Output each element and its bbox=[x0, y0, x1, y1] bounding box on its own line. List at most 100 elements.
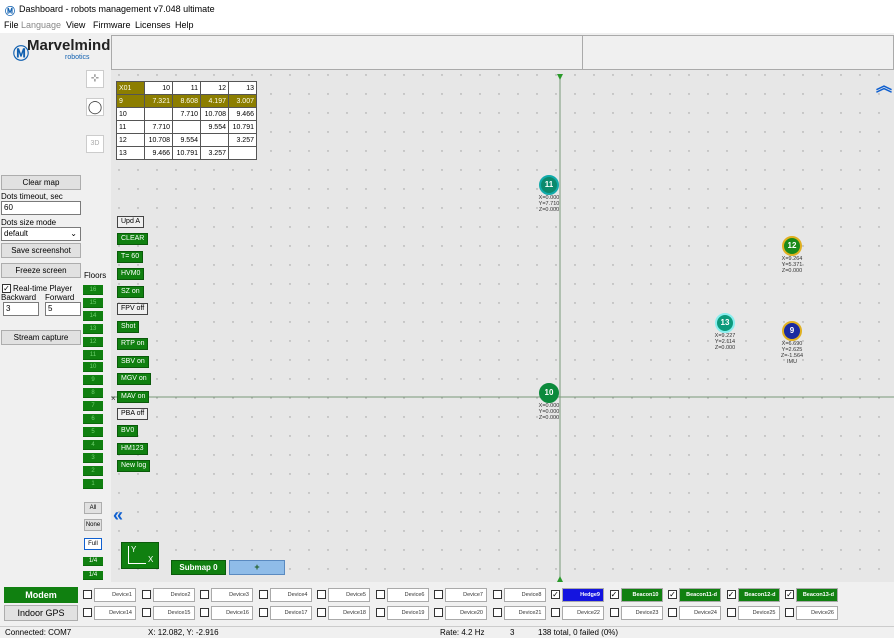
beacon-13[interactable]: 13 X=9.227 Y=2.114 Z=0.000 bbox=[711, 313, 739, 351]
scale-1-button[interactable]: 1/4 bbox=[83, 557, 103, 566]
device-button[interactable]: Device25 bbox=[737, 606, 780, 620]
device-checkbox[interactable] bbox=[258, 608, 268, 617]
device-checkbox[interactable]: ✓ bbox=[785, 590, 794, 599]
device-checkbox[interactable] bbox=[258, 590, 268, 599]
submap-tab[interactable]: Submap 0 bbox=[171, 560, 226, 575]
device-checkbox[interactable] bbox=[83, 608, 92, 617]
device-checkbox[interactable] bbox=[551, 608, 560, 617]
device-button[interactable]: Device4 bbox=[269, 588, 312, 602]
floor-button[interactable]: 5 bbox=[83, 426, 103, 437]
device-checkbox[interactable]: ✓ bbox=[551, 590, 560, 599]
device-checkbox[interactable] bbox=[434, 590, 443, 599]
device-button[interactable]: Device24 bbox=[679, 606, 721, 620]
menu-licenses[interactable]: Licenses bbox=[135, 20, 171, 30]
all-button[interactable]: All bbox=[84, 502, 102, 514]
floor-button[interactable]: 7 bbox=[83, 401, 103, 412]
device-checkbox[interactable] bbox=[317, 608, 326, 617]
device-button[interactable]: Hedge9 bbox=[562, 588, 604, 602]
chevrons-left-icon[interactable]: « bbox=[113, 505, 123, 526]
floor-button[interactable]: 1 bbox=[83, 478, 103, 489]
floor-button[interactable]: 9 bbox=[83, 375, 103, 386]
map-command-button[interactable]: HVM0 bbox=[117, 268, 145, 280]
floor-button[interactable]: 12 bbox=[83, 336, 103, 347]
map-command-button[interactable]: FPV off bbox=[117, 303, 149, 315]
crosshair-icon[interactable]: ⊹ bbox=[86, 70, 104, 88]
device-button[interactable]: Device20 bbox=[445, 606, 487, 620]
scale-2-button[interactable]: 1/4 bbox=[83, 571, 103, 580]
chevrons-up-icon[interactable]: ︽ bbox=[876, 72, 892, 96]
device-checkbox[interactable] bbox=[434, 608, 443, 617]
map-command-button[interactable]: MGV on bbox=[117, 373, 151, 385]
freeze-screen-button[interactable]: Freeze screen bbox=[1, 263, 81, 278]
none-button[interactable]: None bbox=[84, 519, 102, 531]
map-command-button[interactable]: SZ on bbox=[117, 286, 144, 298]
device-checkbox[interactable] bbox=[141, 608, 151, 617]
clear-map-button[interactable]: Clear map bbox=[1, 175, 81, 190]
beacon-10[interactable]: 10 X=0.000 Y=0.000 Z=0.000 bbox=[535, 383, 563, 421]
device-button[interactable]: Beacon12-d bbox=[737, 588, 780, 602]
device-button[interactable]: Device17 bbox=[269, 606, 312, 620]
floor-button[interactable]: 14 bbox=[83, 310, 103, 321]
device-checkbox[interactable] bbox=[609, 608, 619, 617]
dots-size-select[interactable]: default ⌄ bbox=[1, 227, 81, 241]
menu-view[interactable]: View bbox=[66, 20, 85, 30]
device-button[interactable]: Device5 bbox=[328, 588, 370, 602]
mode-3d-button[interactable]: 3D bbox=[86, 135, 104, 153]
indoor-gps-button[interactable]: Indoor GPS bbox=[4, 605, 78, 621]
device-checkbox[interactable] bbox=[317, 590, 326, 599]
device-button[interactable]: Device18 bbox=[328, 606, 370, 620]
device-checkbox[interactable] bbox=[200, 608, 209, 617]
device-checkbox[interactable]: ✓ bbox=[668, 590, 677, 599]
device-checkbox[interactable] bbox=[492, 608, 502, 617]
device-button[interactable]: Device2 bbox=[152, 588, 195, 602]
map-command-button[interactable]: Shot bbox=[117, 321, 140, 333]
device-button[interactable]: Device1 bbox=[94, 588, 136, 602]
menu-firmware[interactable]: Firmware bbox=[93, 20, 131, 30]
device-checkbox[interactable] bbox=[83, 590, 92, 599]
save-screenshot-button[interactable]: Save screenshot bbox=[1, 243, 81, 258]
axes-indicator[interactable]: Y X bbox=[121, 542, 159, 569]
floor-button[interactable]: 11 bbox=[83, 349, 103, 360]
map-command-button[interactable]: CLEAR bbox=[117, 233, 149, 245]
map-command-button[interactable]: Upd A bbox=[117, 216, 145, 228]
device-button[interactable]: Beacon13-d bbox=[796, 588, 838, 602]
map-command-button[interactable]: RTP on bbox=[117, 338, 149, 350]
floor-button[interactable]: 2 bbox=[83, 465, 103, 476]
device-checkbox[interactable] bbox=[375, 608, 385, 617]
device-checkbox[interactable] bbox=[785, 608, 794, 617]
beacon-9[interactable]: 9 X=6.690 Y=2.625 Z=-1.564 IMU bbox=[778, 321, 806, 365]
map-command-button[interactable]: BV0 bbox=[117, 425, 139, 437]
device-checkbox[interactable] bbox=[726, 608, 736, 617]
menu-file[interactable]: File bbox=[4, 20, 19, 30]
device-button[interactable]: Device8 bbox=[503, 588, 546, 602]
menu-help[interactable]: Help bbox=[175, 20, 194, 30]
floor-button[interactable]: 10 bbox=[83, 362, 103, 373]
device-button[interactable]: Device19 bbox=[386, 606, 429, 620]
dots-timeout-input[interactable]: 60 bbox=[1, 201, 81, 215]
device-checkbox[interactable] bbox=[668, 608, 677, 617]
beacon-11[interactable]: 11 X=0.000 Y=7.710 Z=0.000 bbox=[535, 175, 563, 213]
device-button[interactable]: Device26 bbox=[796, 606, 838, 620]
device-button[interactable]: Beacon11-d bbox=[679, 588, 721, 602]
device-button[interactable]: Device21 bbox=[503, 606, 546, 620]
map-command-button[interactable]: MAV on bbox=[117, 391, 150, 403]
device-checkbox[interactable] bbox=[375, 590, 385, 599]
device-checkbox[interactable] bbox=[200, 590, 209, 599]
map-command-button[interactable]: New log bbox=[117, 460, 151, 472]
map-command-button[interactable]: HM123 bbox=[117, 443, 148, 455]
device-checkbox[interactable] bbox=[141, 590, 151, 599]
map-command-button[interactable]: T= 60 bbox=[117, 251, 144, 263]
floor-button[interactable]: 15 bbox=[83, 297, 103, 308]
beacon-12[interactable]: 12 X=9.264 Y=5.371 Z=0.000 bbox=[778, 236, 806, 274]
forward-input[interactable]: 5 bbox=[45, 302, 81, 316]
map-command-button[interactable]: PBA off bbox=[117, 408, 149, 420]
device-button[interactable]: Device22 bbox=[562, 606, 604, 620]
modem-button[interactable]: Modem bbox=[4, 587, 78, 603]
floor-button[interactable]: 16 bbox=[83, 285, 103, 295]
device-button[interactable]: Device15 bbox=[152, 606, 195, 620]
device-button[interactable]: Device14 bbox=[94, 606, 136, 620]
floor-button[interactable]: 6 bbox=[83, 414, 103, 424]
backward-input[interactable]: 3 bbox=[3, 302, 39, 316]
floor-button[interactable]: 4 bbox=[83, 439, 103, 450]
device-button[interactable]: Device23 bbox=[620, 606, 663, 620]
